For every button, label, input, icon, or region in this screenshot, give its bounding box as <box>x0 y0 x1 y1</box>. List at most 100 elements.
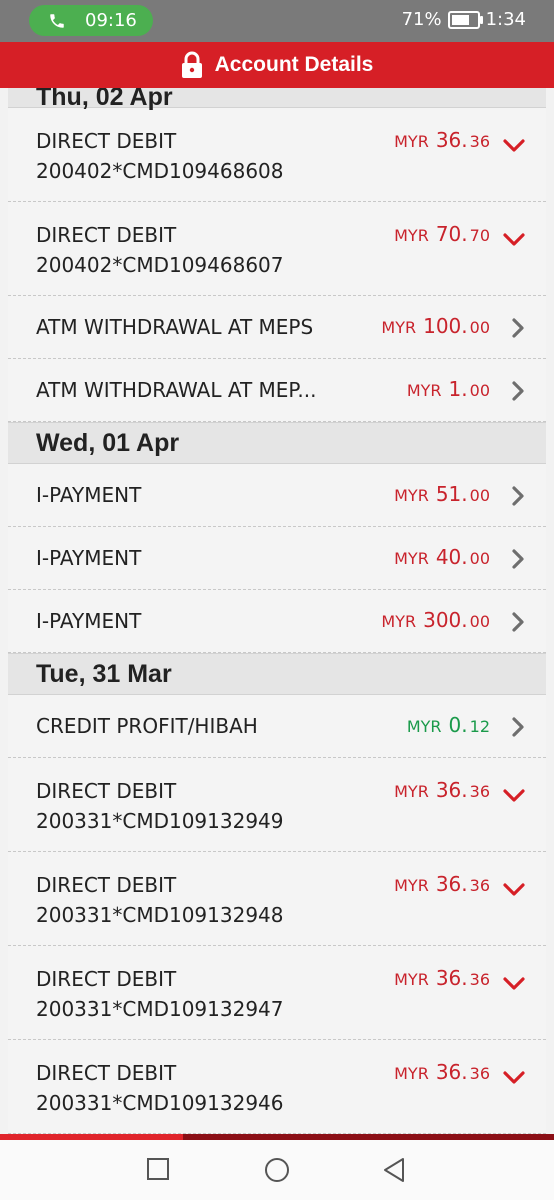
transaction-amount: MYR 51. 00 <box>394 482 490 506</box>
transaction-amount: MYR 100. 00 <box>381 314 490 338</box>
amount-cents: 00 <box>469 549 490 568</box>
transaction-row[interactable]: ATM WITHDRAWAL AT MEPS MYR 100. 00 <box>8 296 546 359</box>
chevron-right-icon[interactable] <box>510 611 526 637</box>
transaction-description: ATM WITHDRAWAL AT MEP... <box>36 378 317 402</box>
status-bar: 09:16 71% 1:34 <box>0 0 554 42</box>
transaction-description-block: DIRECT DEBIT 200331*CMD109132947 <box>36 964 284 1024</box>
phone-icon <box>50 13 64 28</box>
transaction-row[interactable]: CREDIT PROFIT/HIBAH MYR 0. 12 <box>8 695 546 758</box>
amount-currency: MYR <box>381 318 417 337</box>
chevron-right-icon[interactable] <box>510 380 526 406</box>
amount-cents: 00 <box>469 318 490 337</box>
chevron-down-icon[interactable] <box>502 788 526 808</box>
date-header: Thu, 02 Apr <box>8 88 546 110</box>
transaction-description-block: DIRECT DEBIT 200402*CMD109468608 <box>36 126 284 186</box>
transaction-reference: 200402*CMD109468607 <box>36 253 284 277</box>
transaction-amount: MYR 1. 00 <box>407 377 490 401</box>
status-right: 71% 1:34 <box>402 9 526 30</box>
amount-cents: 36 <box>469 132 490 151</box>
clock: 1:34 <box>485 9 526 30</box>
transaction-row[interactable]: I-PAYMENT MYR 51. 00 <box>8 464 546 527</box>
amount-integer: 70. <box>435 222 468 246</box>
amount-integer: 40. <box>435 545 468 569</box>
amount-integer: 36. <box>435 1060 468 1084</box>
transaction-row[interactable]: DIRECT DEBIT 200402*CMD109468608 MYR 36. 36 <box>8 108 546 202</box>
transaction-row[interactable]: ATM WITHDRAWAL AT MEP... MYR 1. 00 <box>8 359 546 422</box>
transaction-description-block: DIRECT DEBIT 200331*CMD109132948 <box>36 870 284 930</box>
amount-integer: 51. <box>435 482 468 506</box>
transaction-description-block: I-PAYMENT <box>36 480 141 510</box>
amount-integer: 100. <box>423 314 468 338</box>
transaction-description-block: ATM WITHDRAWAL AT MEPS <box>36 312 313 342</box>
lock-icon <box>181 51 202 78</box>
page-title: Account Details <box>214 53 374 76</box>
amount-cents: 36 <box>469 1064 490 1083</box>
transaction-description: I-PAYMENT <box>36 483 142 507</box>
transaction-row[interactable]: DIRECT DEBIT 200331*CMD109132948 MYR 36. 36 <box>8 852 546 946</box>
transaction-description-block: I-PAYMENT <box>36 606 141 636</box>
amount-integer: 0. <box>448 713 468 737</box>
chevron-down-icon[interactable] <box>502 1070 526 1090</box>
transaction-amount: MYR 40. 00 <box>394 545 490 569</box>
amount-integer: 36. <box>435 872 468 896</box>
transaction-row[interactable]: I-PAYMENT MYR 300. 00 <box>8 590 546 653</box>
transaction-row[interactable]: DIRECT DEBIT 200331*CMD109132946 MYR 36. 36 <box>8 1040 546 1134</box>
amount-currency: MYR <box>394 876 429 895</box>
transaction-row[interactable]: DIRECT DEBIT 200331*CMD109132947 MYR 36. 36 <box>8 946 546 1040</box>
transaction-row[interactable]: DIRECT DEBIT 200331*CMD109132949 MYR 36. 36 <box>8 758 546 852</box>
ongoing-call-pill[interactable]: 09:16 <box>29 5 153 36</box>
transaction-row[interactable]: I-PAYMENT MYR 40. 00 <box>8 527 546 590</box>
transaction-row[interactable]: DIRECT DEBIT 200402*CMD109468607 MYR 70. 70 <box>8 202 546 296</box>
amount-cents: 00 <box>469 381 490 400</box>
chevron-down-icon[interactable] <box>502 976 526 996</box>
app-header: Account Details <box>0 42 554 88</box>
amount-cents: 70 <box>469 226 490 245</box>
transaction-reference: 200331*CMD109132947 <box>36 997 284 1021</box>
amount-currency: MYR <box>394 1064 429 1083</box>
amount-currency: MYR <box>394 549 429 568</box>
amount-integer: 36. <box>435 128 468 152</box>
chevron-right-icon[interactable] <box>510 317 526 343</box>
transaction-amount: MYR 36. 36 <box>394 1060 490 1084</box>
chevron-down-icon[interactable] <box>502 232 526 252</box>
amount-integer: 36. <box>435 778 468 802</box>
amount-cents: 36 <box>469 782 490 801</box>
transaction-description-block: ATM WITHDRAWAL AT MEP... <box>36 375 316 405</box>
amount-currency: MYR <box>394 782 429 801</box>
transaction-description: DIRECT DEBIT <box>36 779 177 803</box>
date-header: Tue, 31 Mar <box>8 653 546 695</box>
transaction-description-block: DIRECT DEBIT 200402*CMD109468607 <box>36 220 284 280</box>
triangle-back-icon[interactable] <box>382 1157 406 1183</box>
chevron-right-icon[interactable] <box>510 716 526 742</box>
transaction-list[interactable]: Thu, 02 Apr DIRECT DEBIT 200402*CMD1094686… <box>8 88 546 1134</box>
chevron-down-icon[interactable] <box>502 138 526 158</box>
transaction-description-block: DIRECT DEBIT 200331*CMD109132946 <box>36 1058 284 1118</box>
amount-cents: 00 <box>469 612 490 631</box>
transaction-reference: 200331*CMD109132948 <box>36 903 284 927</box>
circle-icon[interactable] <box>264 1157 290 1183</box>
amount-currency: MYR <box>381 612 417 631</box>
transaction-amount: MYR 0. 12 <box>407 713 490 737</box>
transaction-amount: MYR 300. 00 <box>381 608 490 632</box>
amount-cents: 36 <box>469 876 490 895</box>
chevron-down-icon[interactable] <box>502 882 526 902</box>
transaction-description: DIRECT DEBIT <box>36 1061 177 1085</box>
transaction-description-block: I-PAYMENT <box>36 543 141 573</box>
transaction-description: CREDIT PROFIT/HIBAH <box>36 714 258 738</box>
transaction-reference: 200331*CMD109132946 <box>36 1091 284 1115</box>
chevron-right-icon[interactable] <box>510 548 526 574</box>
transaction-description: DIRECT DEBIT <box>36 129 177 153</box>
transaction-amount: MYR 36. 36 <box>394 128 490 152</box>
transaction-description: DIRECT DEBIT <box>36 873 177 897</box>
amount-integer: 36. <box>435 966 468 990</box>
transaction-description: DIRECT DEBIT <box>36 223 177 247</box>
amount-currency: MYR <box>406 381 442 400</box>
chevron-right-icon[interactable] <box>510 485 526 511</box>
amount-currency: MYR <box>394 132 429 151</box>
transaction-amount: MYR 36. 36 <box>394 872 490 896</box>
call-timer: 09:16 <box>85 10 137 31</box>
transaction-description: DIRECT DEBIT <box>36 967 177 991</box>
square-icon[interactable] <box>146 1157 170 1181</box>
battery-percent: 71% <box>401 9 442 30</box>
amount-currency: MYR <box>394 486 429 505</box>
